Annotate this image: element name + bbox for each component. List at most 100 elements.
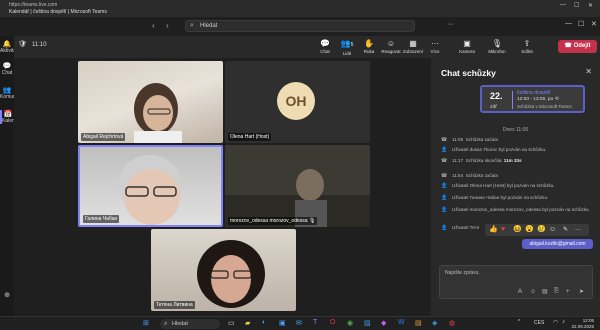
volume-icon[interactable]: ♪ <box>562 319 565 325</box>
edit-icon[interactable]: ✎ <box>563 224 568 236</box>
system-message: ☎ 11:06 Schůzka začala <box>441 137 498 143</box>
video-tile-active-speaker[interactable]: Галина Чабан <box>78 145 223 227</box>
share-button[interactable]: ⇪ Sdílet <box>516 38 538 54</box>
surprised-icon[interactable]: 😮 <box>525 224 534 236</box>
video-tile[interactable]: Тетяна Литвина <box>151 229 296 311</box>
chrome-icon[interactable]: ◉ <box>347 319 353 327</box>
emoji-icon[interactable]: ☺ <box>530 289 536 295</box>
back-icon[interactable]: ‹ <box>152 21 155 30</box>
calendar-icon: 📅 <box>3 111 13 118</box>
forward-icon[interactable]: › <box>166 21 169 30</box>
event-card[interactable]: 22. zář čeština dospělí 12:00 - 13:00, p… <box>480 85 585 113</box>
participant-video <box>197 240 265 308</box>
avatar: OH <box>277 82 315 120</box>
event-subtitle: Schůzka v Microsoft Teams <box>517 104 572 109</box>
add-reaction-icon[interactable]: ☺ <box>549 224 556 236</box>
chat-icon: 💬 <box>2 63 12 70</box>
heart-icon[interactable]: ♥ <box>501 224 505 236</box>
file-explorer-icon[interactable]: ▰ <box>245 319 250 327</box>
app-icon[interactable]: ◆ <box>381 319 386 327</box>
chat-button[interactable]: 💬 Chat <box>314 38 336 54</box>
more-button[interactable]: ··· Více <box>424 38 446 54</box>
video-tile[interactable]: Abigail Rejchrtová <box>78 61 223 143</box>
maximize-icon[interactable]: ☐ <box>574 2 579 9</box>
app-icon[interactable]: ◈ <box>432 319 437 327</box>
phone-icon: ☎ <box>441 173 448 179</box>
word-icon[interactable]: W <box>398 319 405 326</box>
taskbar-search[interactable]: ⌕ Hledat <box>160 319 220 329</box>
close-icon[interactable]: ✕ <box>588 2 593 9</box>
photos-icon[interactable]: ▨ <box>364 319 371 327</box>
wifi-icon[interactable]: ◠ <box>553 319 558 326</box>
edge-icon[interactable]: ◐ <box>262 319 266 326</box>
browser-url[interactable]: https://teams.live.com <box>9 2 57 8</box>
windows-start-icon[interactable]: ⊞ <box>143 319 149 327</box>
camera-button[interactable]: ▣ Kamera <box>456 38 478 54</box>
system-message: 👤 Uživatel Галина Чабан byl pozván na sc… <box>441 195 549 201</box>
add-icon[interactable]: + <box>566 289 570 295</box>
task-view-icon[interactable]: ▭ <box>228 319 235 327</box>
rail-item-communities[interactable]: 👥 Komunity <box>0 86 21 100</box>
participant-video <box>225 145 370 227</box>
opera-icon[interactable]: O <box>330 319 335 326</box>
event-month: zář <box>490 104 497 110</box>
bell-icon: 🔔 <box>2 41 12 48</box>
rail-item-chat[interactable]: 💬 Chat <box>0 62 14 76</box>
rail-item-apps[interactable]: ⊕ <box>0 291 14 299</box>
video-tile[interactable]: OH Olena Hart (Host) <box>225 61 370 143</box>
video-tile[interactable]: morozov_odessa morozov_odessa 🎙 <box>225 145 370 227</box>
language-indicator[interactable]: CES <box>534 320 544 326</box>
rail-item-calendar[interactable]: 📅 Kalendář <box>0 110 22 124</box>
message-compose-box[interactable]: Napište zprávu. A ☺ ▤ ⎘ + ➤ <box>439 265 593 299</box>
meeting-chat-panel: Chat schůzky ✕ 22. zář čeština dospělí 1… <box>431 58 600 316</box>
own-message-bubble[interactable]: abigail.kozlik@gmail.com <box>522 239 593 249</box>
mail-icon[interactable]: ✉ <box>296 319 302 327</box>
minimize-icon[interactable]: — <box>560 2 566 8</box>
thumbs-up-icon[interactable]: 👍 <box>489 224 498 236</box>
more-icon[interactable]: ··· <box>575 224 581 236</box>
phone-icon: ☎ <box>564 43 572 49</box>
teams-icon[interactable]: T <box>313 319 317 326</box>
leave-button[interactable]: ☎ Odejít <box>558 40 597 53</box>
system-clock[interactable]: 12:05 22.09.2025 <box>571 318 594 329</box>
window-maximize-icon[interactable]: ☐ <box>578 20 584 28</box>
shield-icon: 🛡 <box>18 41 27 48</box>
window-close-icon[interactable]: ✕ <box>591 20 597 28</box>
format-icon[interactable]: A <box>518 289 522 295</box>
tray-chevron-icon[interactable]: ^ <box>518 319 520 325</box>
more-options-icon[interactable]: ··· <box>447 21 454 28</box>
rail-item-activity[interactable]: 🔔 Aktivita <box>0 40 16 54</box>
send-icon[interactable]: ➤ <box>579 288 584 295</box>
app-icon[interactable]: ◍ <box>449 319 455 327</box>
gif-icon[interactable]: ▤ <box>542 288 548 295</box>
grid-icon: ▦ <box>409 39 417 48</box>
mic-muted-icon: 🎙 <box>308 218 316 224</box>
app-icon[interactable]: ▤ <box>415 319 422 327</box>
people-icon: 👤 <box>441 147 448 153</box>
sad-icon[interactable]: 😢 <box>537 224 546 236</box>
react-button[interactable]: ☺ Reagovat <box>380 38 402 54</box>
window-title: Kalendář | čeština dospělí | Microsoft T… <box>9 9 107 15</box>
close-icon[interactable]: ✕ <box>585 67 592 76</box>
smiley-icon: ☺ <box>386 39 396 48</box>
reaction-bar: 👍 ♥ 😆 😮 😢 ☺ ✎ ··· <box>485 224 589 236</box>
people-icon: 👥 <box>2 87 12 94</box>
window-minimize-icon[interactable]: — <box>565 20 572 27</box>
apps-icon: ⊕ <box>4 292 10 299</box>
event-time: 12:00 - 13:00, po ⟲ <box>517 97 559 102</box>
people-button[interactable]: 👥5 Lidé <box>336 38 358 56</box>
people-icon: 👤 <box>441 183 448 189</box>
hand-icon: ✋ <box>364 39 374 48</box>
more-icon: ··· <box>431 39 439 48</box>
mic-button[interactable]: 🎙 Mikrofon <box>486 38 508 54</box>
date-divider: Dnes 11:06 <box>502 127 529 133</box>
raise-hand-button[interactable]: ✋ Ruka <box>358 38 380 54</box>
people-icon: 👤 <box>441 225 448 231</box>
attach-icon[interactable]: ⎘ <box>554 288 559 295</box>
laugh-icon[interactable]: 😆 <box>513 224 522 236</box>
view-button[interactable]: ▦ Zobrazení <box>402 38 424 54</box>
camera-icon: ▣ <box>463 39 471 48</box>
store-icon[interactable]: ▣ <box>279 319 286 327</box>
search-input[interactable]: ⌕ Hledat <box>185 20 415 32</box>
people-count: 5 <box>350 42 354 48</box>
